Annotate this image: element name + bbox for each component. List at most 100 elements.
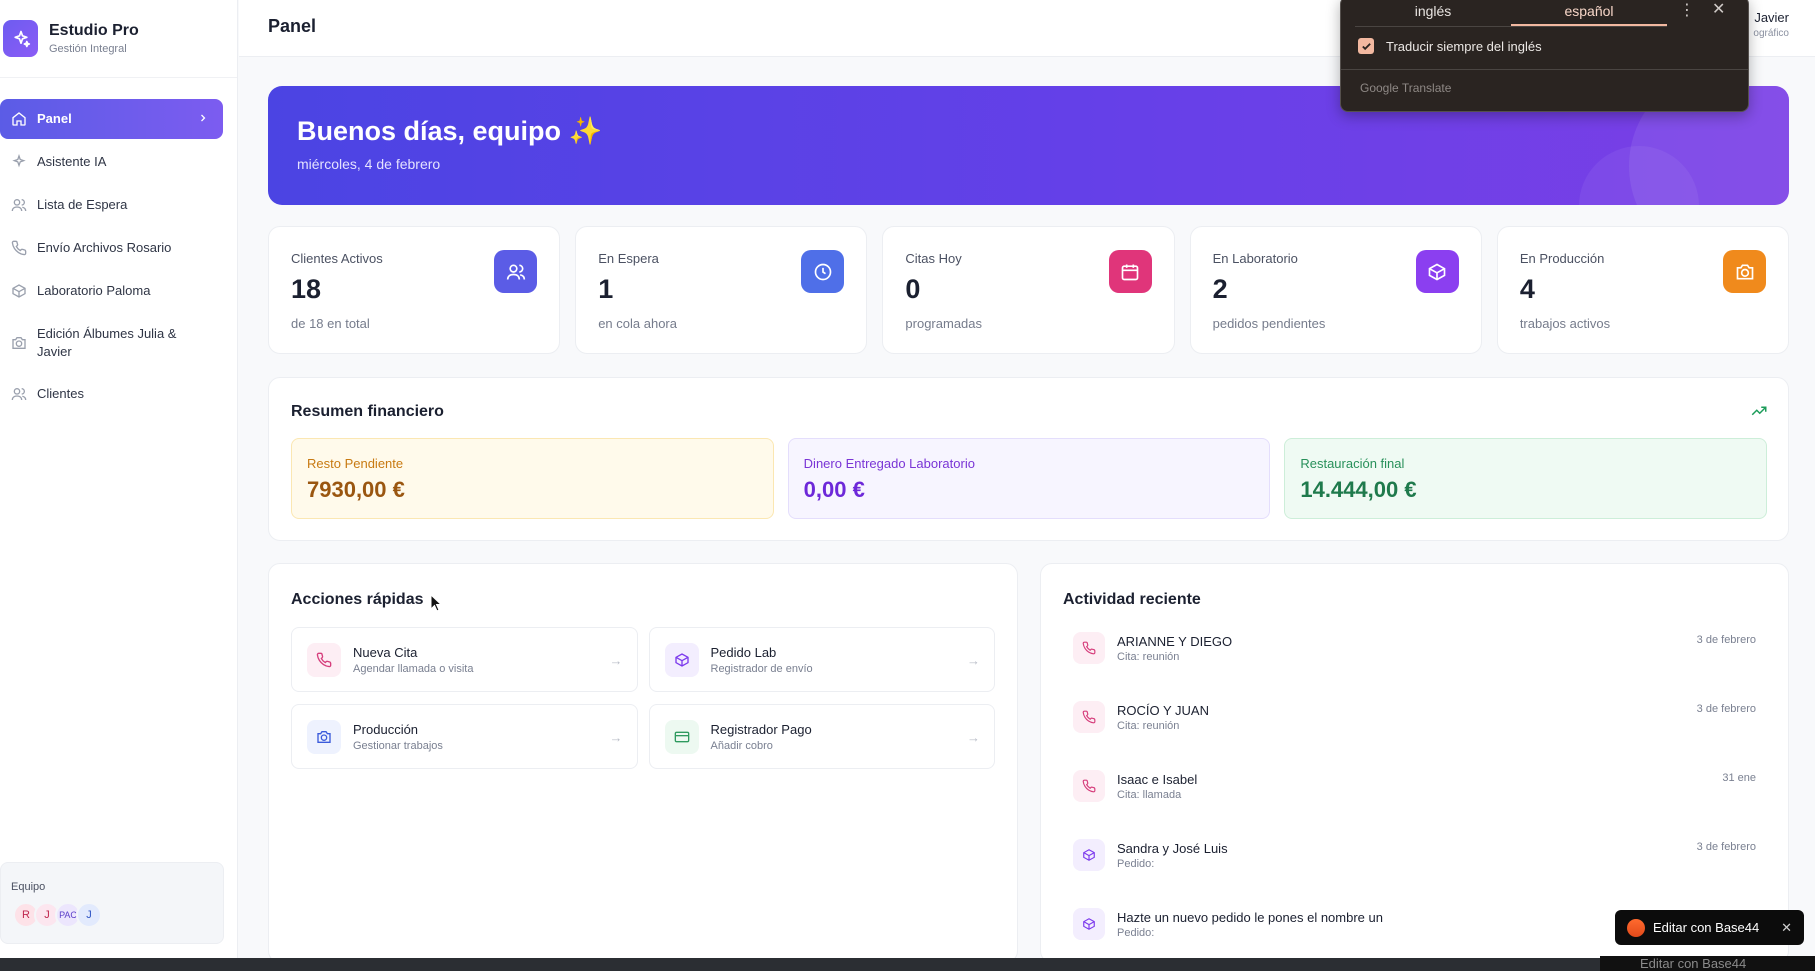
camera-icon xyxy=(307,720,341,754)
activity-date: 3 de febrero xyxy=(1696,703,1756,715)
sidebar-item-label: Envío Archivos Rosario xyxy=(37,240,172,255)
quick-action-title: Pedido Lab xyxy=(710,645,777,660)
recent-activity: Actividad reciente ARIANNE Y DIEGO Cita:… xyxy=(1040,563,1789,963)
google-translate-brand: Google Translate xyxy=(1360,81,1452,95)
sidebar-item-envio-archivos[interactable]: Envío Archivos Rosario xyxy=(0,228,223,268)
phone-icon xyxy=(307,643,341,677)
quick-action-sub: Registrador de envío xyxy=(710,663,813,675)
finance-label: Resto Pendiente xyxy=(307,456,404,471)
section-title: Resumen financiero xyxy=(291,403,444,420)
stat-value: 4 xyxy=(1519,274,1535,304)
sidebar-item-label: Panel xyxy=(37,111,72,126)
stats-row: Clientes Activos 18 de 18 en total En Es… xyxy=(268,226,1790,354)
quick-action-pedido-lab[interactable]: Pedido Lab Registrador de envío → xyxy=(648,627,995,692)
edit-with-base44-button[interactable]: Editar con Base44 ✕ xyxy=(1615,910,1804,945)
stat-card-produccion[interactable]: En Producción 4 trabajos activos xyxy=(1496,226,1790,354)
activity-sub: Pedido: xyxy=(1117,927,1155,939)
quick-action-sub: Gestionar trabajos xyxy=(353,740,443,752)
quick-action-sub: Añadir cobro xyxy=(710,740,773,752)
badge-label: Editar con Base44 xyxy=(1653,920,1760,935)
quick-action-title: Registrador Pago xyxy=(710,722,812,737)
close-icon[interactable]: ✕ xyxy=(1781,920,1792,936)
activity-item[interactable]: Isaac e Isabel Cita: llamada 31 ene xyxy=(1073,770,1756,839)
quick-action-registrador-pago[interactable]: Registrador Pago Añadir cobro → xyxy=(648,704,995,769)
finance-label: Dinero Entregado Laboratorio xyxy=(803,456,975,471)
sidebar-item-laboratorio[interactable]: Laboratorio Paloma xyxy=(0,271,223,311)
sidebar-item-edicion-albumes[interactable]: Edición Álbumes Julia & Javier xyxy=(0,314,223,371)
arrow-right-icon: → xyxy=(967,730,980,745)
activity-date: 3 de febrero xyxy=(1696,634,1756,646)
camera-icon xyxy=(10,334,28,352)
finance-card-laboratorio: Dinero Entregado Laboratorio 0,00 € xyxy=(787,438,1271,519)
stat-label: En Espera xyxy=(598,251,659,266)
activity-name: Hazte un nuevo pedido le pones el nombre… xyxy=(1117,910,1383,925)
sidebar: Estudio Pro Gestión Integral Panel Asist… xyxy=(0,0,238,958)
activity-date: 31 ene xyxy=(1722,772,1756,784)
calendar-icon xyxy=(1108,250,1152,293)
activity-item[interactable]: ROCÍO Y JUAN Cita: reunión 3 de febrero xyxy=(1073,701,1756,770)
sidebar-nav: Panel Asistente IA Lista de Espera Envío… xyxy=(0,78,237,414)
quick-action-sub: Agendar llamada o visita xyxy=(353,663,474,675)
stat-value: 2 xyxy=(1212,274,1228,304)
tab-espanol[interactable]: español xyxy=(1511,1,1667,26)
clock-icon xyxy=(801,250,845,293)
team-label: Equipo xyxy=(11,881,46,893)
credit-card-icon xyxy=(664,720,699,754)
avatar[interactable]: J xyxy=(76,902,102,928)
quick-action-nueva-cita[interactable]: Nueva Cita Agendar llamada o visita → xyxy=(291,627,638,692)
stat-card-laboratorio[interactable]: En Laboratorio 2 pedidos pendientes xyxy=(1189,226,1482,354)
stat-label: En Producción xyxy=(1519,251,1605,266)
section-title: Actividad reciente xyxy=(1063,591,1201,608)
sidebar-item-label: Laboratorio Paloma xyxy=(37,283,151,298)
stat-card-clientes[interactable]: Clientes Activos 18 de 18 en total xyxy=(268,226,561,354)
sidebar-item-panel[interactable]: Panel xyxy=(0,99,223,139)
base44-logo-icon xyxy=(1627,918,1645,937)
box-icon xyxy=(10,282,28,300)
stat-label: En Laboratorio xyxy=(1212,251,1298,266)
greeting: Buenos días, equipo ✨ xyxy=(297,116,603,146)
finance-value: 0,00 € xyxy=(803,477,865,502)
sidebar-item-asistente-ia[interactable]: Asistente IA xyxy=(0,142,223,182)
box-icon xyxy=(664,643,699,677)
quick-action-produccion[interactable]: Producción Gestionar trabajos → xyxy=(291,704,638,769)
team-panel: Equipo R J PAC J xyxy=(0,862,224,944)
always-translate-checkbox[interactable] xyxy=(1358,38,1374,54)
box-icon xyxy=(1073,839,1105,871)
quick-action-title: Producción xyxy=(353,722,419,737)
activity-item[interactable]: ARIANNE Y DIEGO Cita: reunión 3 de febre… xyxy=(1073,632,1756,701)
bottom-strip: Editar con Base44 xyxy=(0,956,1815,971)
stat-card-espera[interactable]: En Espera 1 en cola ahora xyxy=(575,226,868,354)
users-icon xyxy=(10,196,28,214)
user-role: ográfico xyxy=(1753,28,1789,39)
box-icon xyxy=(1073,908,1105,940)
phone-icon xyxy=(1073,632,1105,664)
brand[interactable]: Estudio Pro Gestión Integral xyxy=(0,0,237,78)
tab-ingles[interactable]: inglés xyxy=(1355,1,1511,26)
activity-name: Sandra y José Luis xyxy=(1117,841,1228,856)
close-icon[interactable]: ✕ xyxy=(1712,0,1725,19)
finance-card-restauracion: Restauración final 14.444,00 € xyxy=(1284,438,1768,519)
more-vertical-icon[interactable]: ⋮ xyxy=(1679,0,1695,20)
arrow-right-icon: → xyxy=(609,653,623,668)
home-icon xyxy=(10,110,28,128)
stat-card-citas[interactable]: Citas Hoy 0 programadas xyxy=(882,226,1175,354)
activity-item[interactable]: Sandra y José Luis Pedido: 3 de febrero xyxy=(1073,839,1756,908)
stat-label: Citas Hoy xyxy=(905,251,962,266)
sidebar-item-clientes[interactable]: Clientes xyxy=(0,374,223,414)
always-translate-label[interactable]: Traducir siempre del inglés xyxy=(1386,39,1542,54)
activity-date: 3 de febrero xyxy=(1696,841,1756,853)
sidebar-item-label: Edición Álbumes Julia & Javier xyxy=(37,325,177,359)
camera-icon xyxy=(1723,250,1767,293)
stat-sub: de 18 en total xyxy=(291,316,370,331)
activity-sub: Cita: llamada xyxy=(1117,789,1182,801)
sidebar-item-label: Asistente IA xyxy=(37,154,107,169)
translate-popup: inglés español ⋮ ✕ Traducir siempre del … xyxy=(1340,0,1749,112)
sidebar-item-lista-espera[interactable]: Lista de Espera xyxy=(0,185,223,225)
activity-sub: Pedido: xyxy=(1117,858,1155,870)
user-name[interactable]: Javier xyxy=(1754,10,1789,25)
sidebar-item-label: Lista de Espera xyxy=(37,197,128,212)
section-title: Acciones rápidas xyxy=(291,591,424,608)
stat-sub: en cola ahora xyxy=(598,316,677,331)
stat-value: 18 xyxy=(291,274,322,304)
arrow-right-icon: → xyxy=(609,730,623,745)
